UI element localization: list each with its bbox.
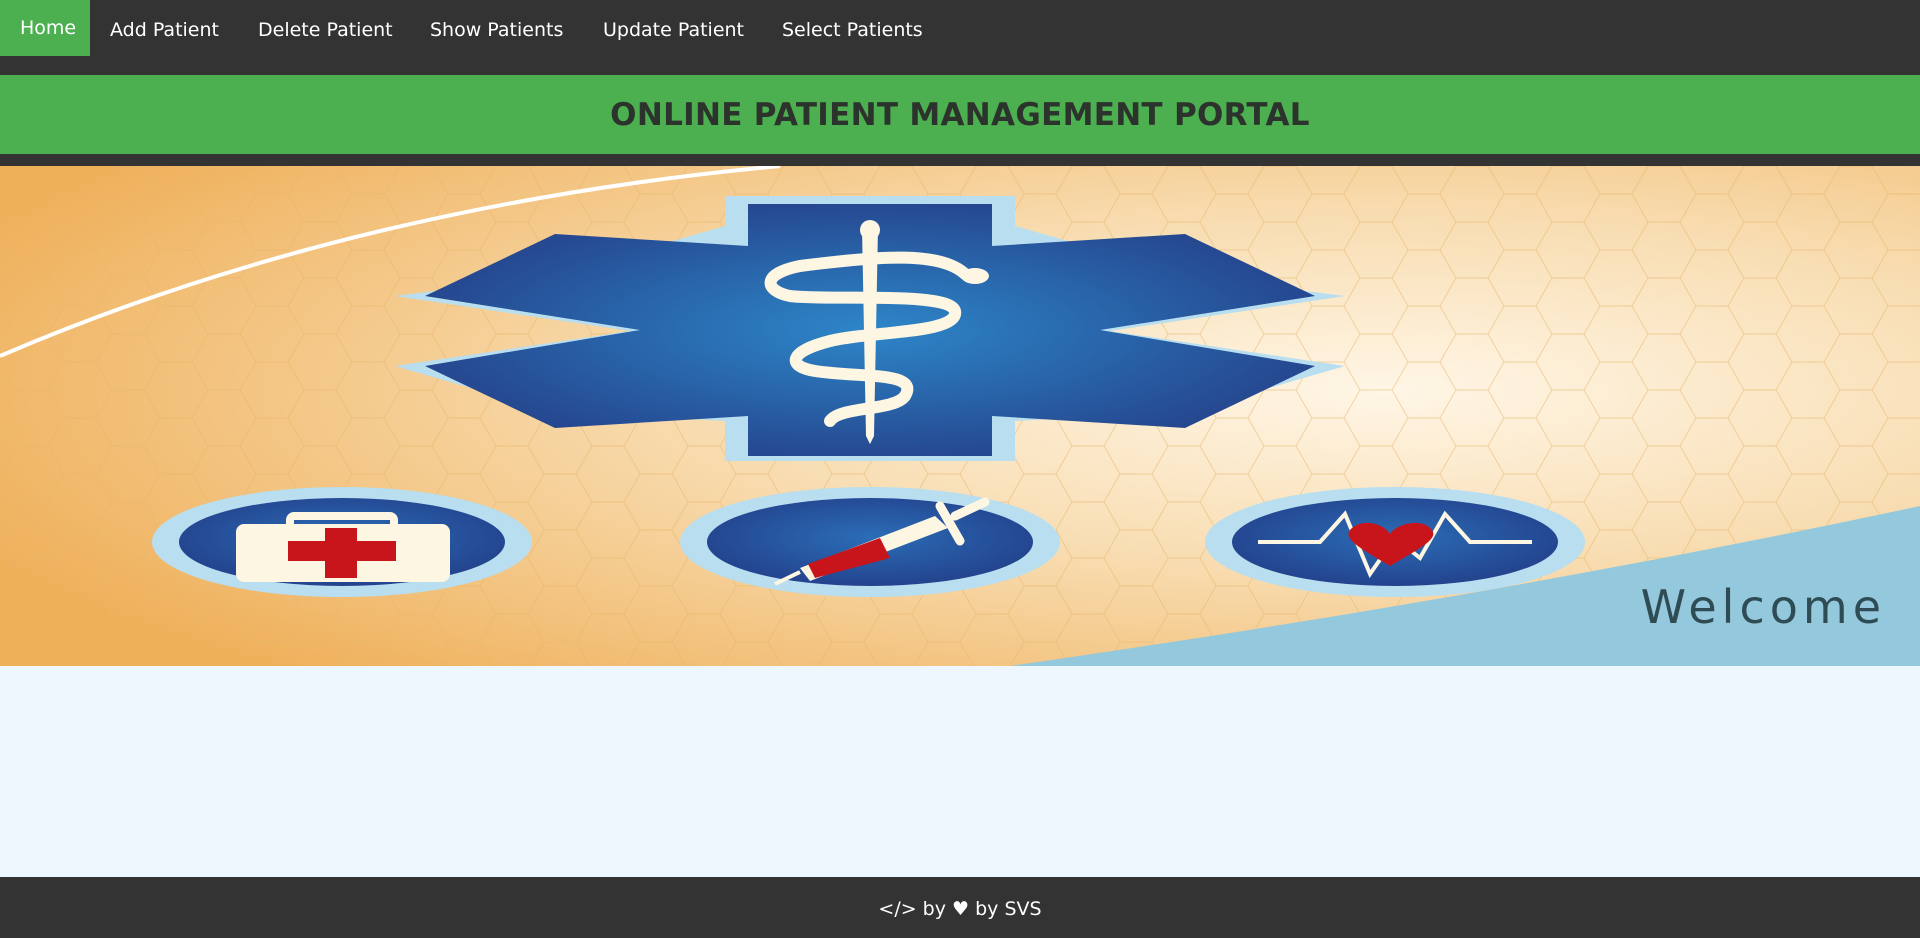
footer-credit: </> by ♥ by SVS bbox=[878, 898, 1042, 920]
top-nav: Home Add Patient Delete Patient Show Pat… bbox=[0, 0, 1920, 75]
divider bbox=[0, 154, 1920, 166]
nav-home[interactable]: Home bbox=[0, 0, 90, 56]
nav-delete-patient[interactable]: Delete Patient bbox=[238, 0, 413, 56]
first-aid-kit-icon bbox=[152, 487, 532, 597]
hero-image bbox=[0, 166, 1920, 666]
title-banner: ONLINE PATIENT MANAGEMENT PORTAL bbox=[0, 75, 1920, 154]
nav-add-patient[interactable]: Add Patient bbox=[90, 0, 239, 56]
nav-select-patients[interactable]: Select Patients bbox=[762, 0, 943, 56]
hero-banner: Welcome bbox=[0, 166, 1920, 666]
syringe-icon bbox=[680, 487, 1060, 597]
welcome-text: Welcome bbox=[1640, 580, 1886, 634]
nav-update-patient[interactable]: Update Patient bbox=[583, 0, 764, 56]
nav-show-patients[interactable]: Show Patients bbox=[410, 0, 583, 56]
footer: </> by ♥ by SVS bbox=[0, 877, 1920, 938]
heartbeat-icon bbox=[1205, 487, 1585, 597]
page-title: ONLINE PATIENT MANAGEMENT PORTAL bbox=[610, 97, 1310, 133]
